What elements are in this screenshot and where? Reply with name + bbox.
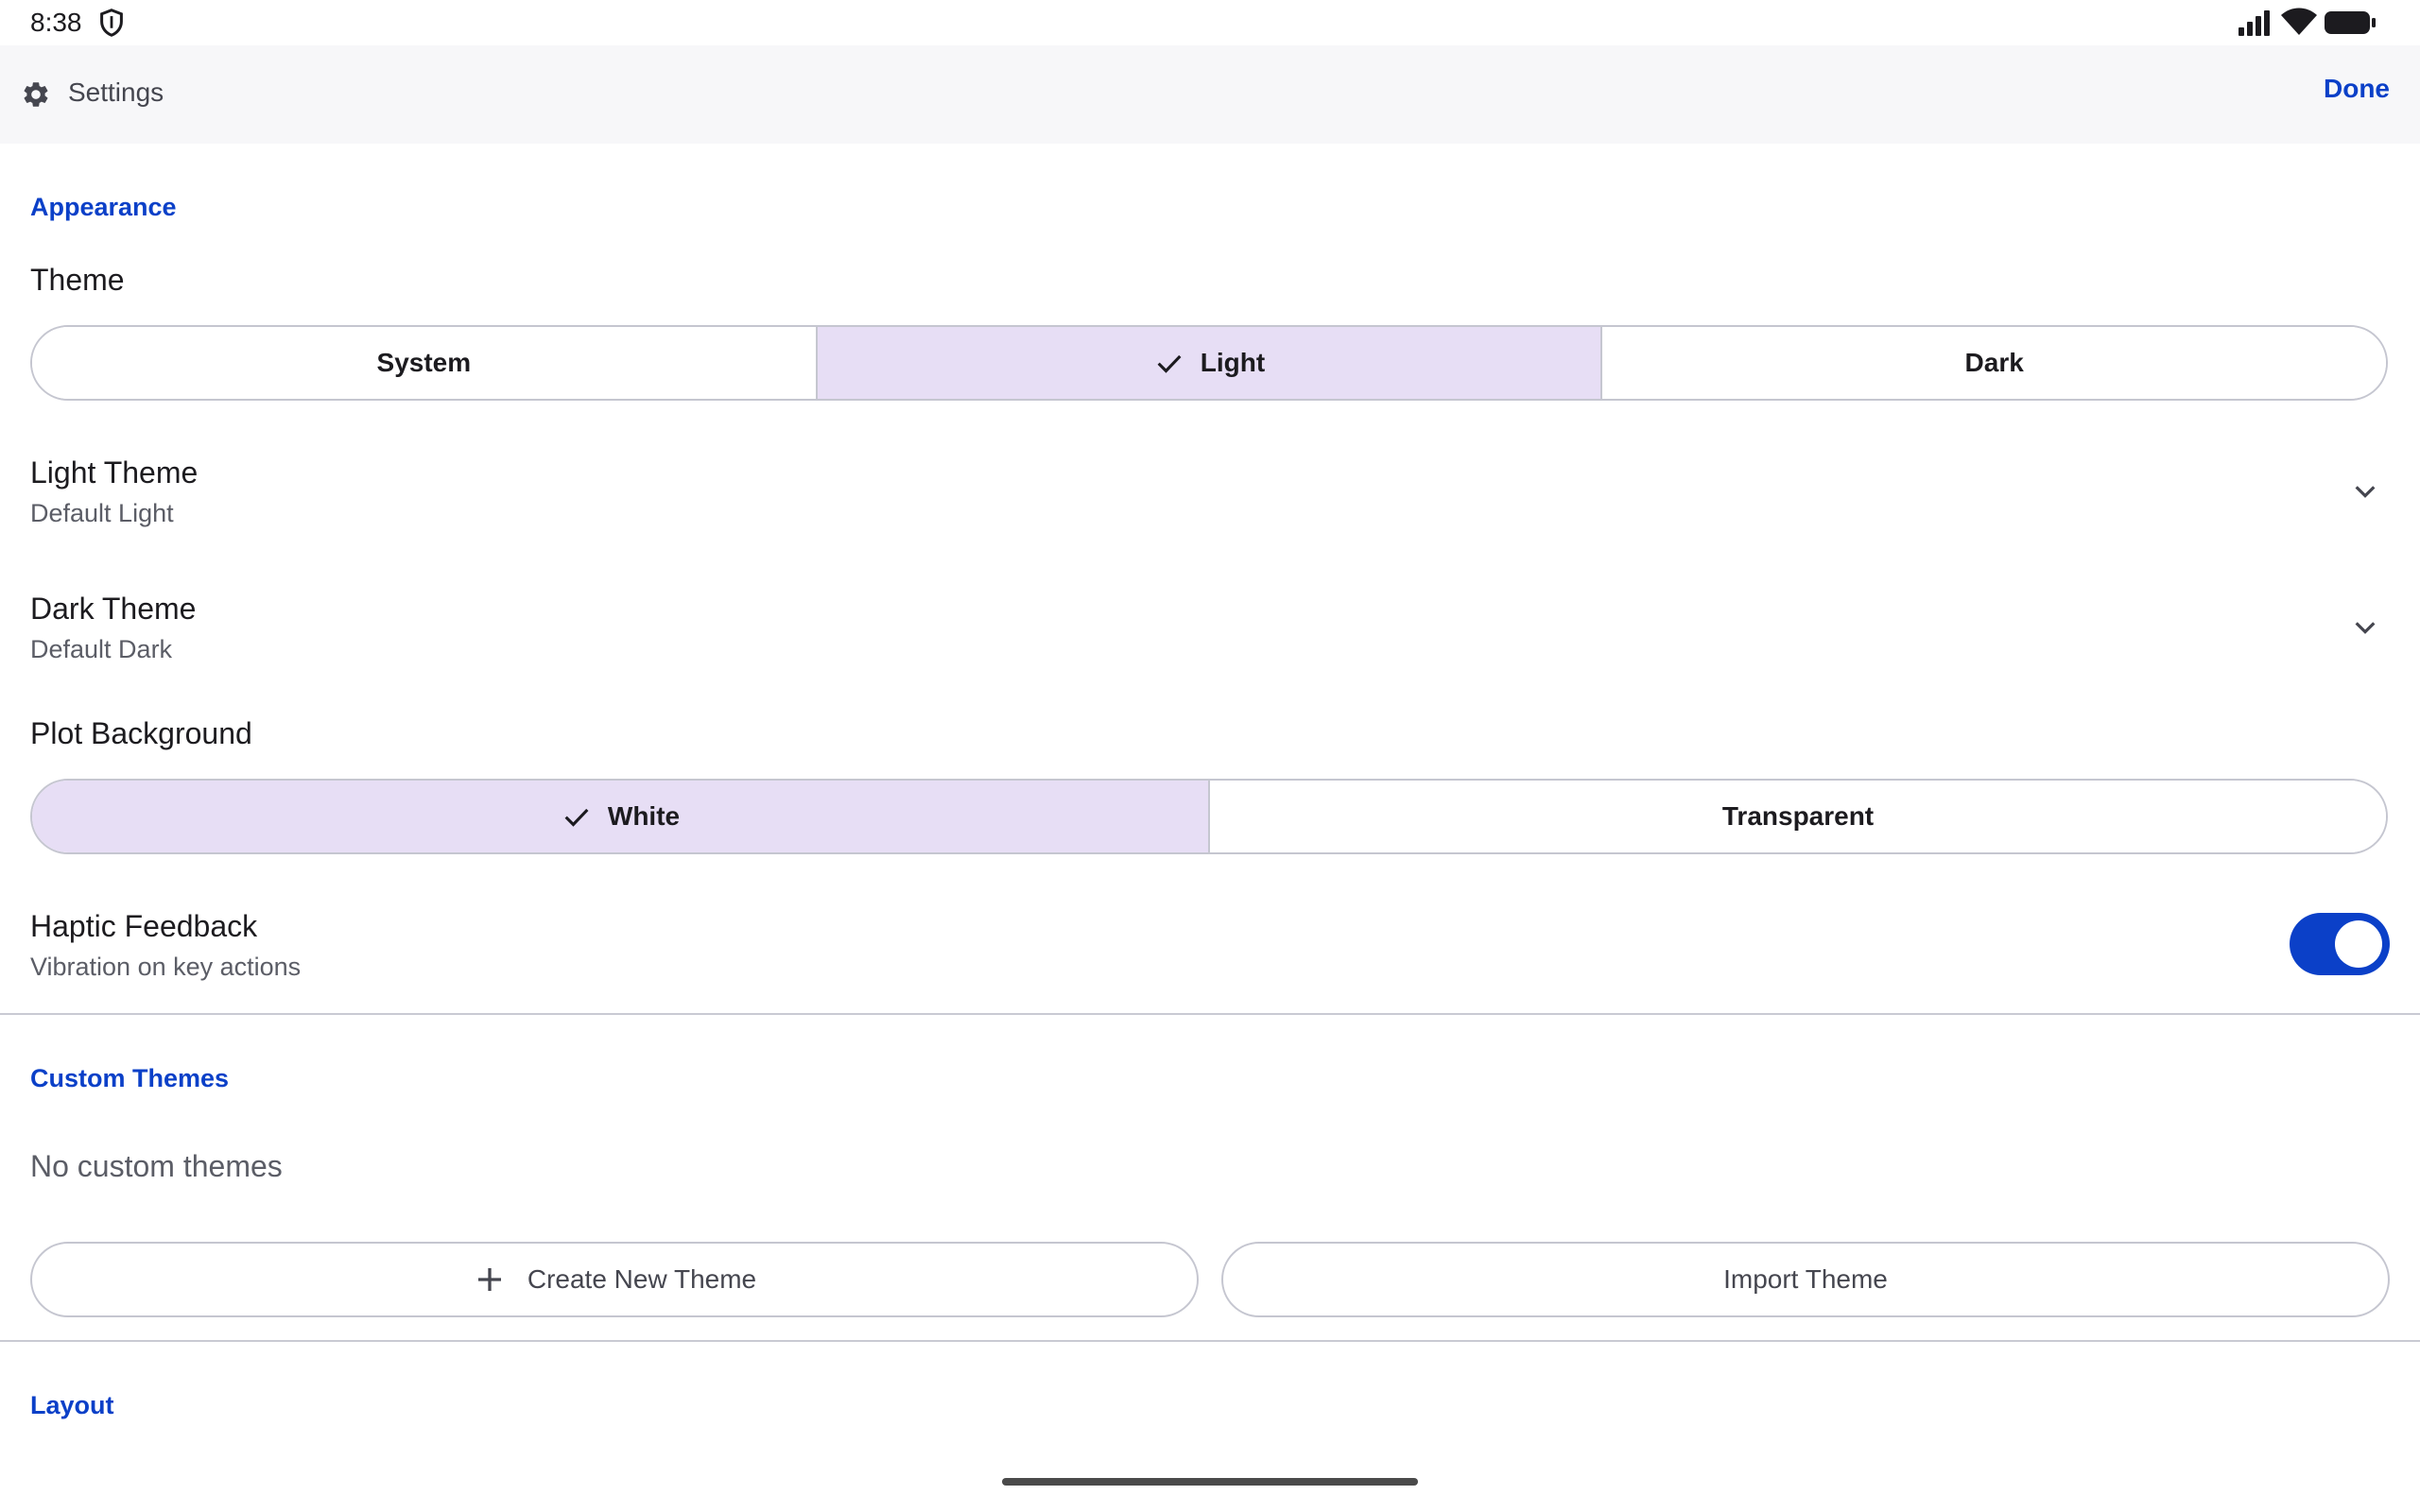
segment-label: System — [376, 348, 472, 377]
plot-background-segmented-control: White Transparent — [30, 779, 2388, 854]
plot-background-option-transparent[interactable]: Transparent — [1210, 781, 2386, 852]
theme-label: Theme — [30, 263, 125, 297]
chevron-down-icon[interactable] — [2350, 476, 2380, 507]
dark-theme-value: Default Dark — [30, 635, 173, 663]
plot-background-option-white[interactable]: White — [32, 781, 1210, 852]
section-title-appearance: Appearance — [30, 193, 177, 221]
light-theme-title: Light Theme — [30, 455, 199, 490]
section-title-layout: Layout — [30, 1391, 114, 1419]
divider — [0, 1340, 2420, 1342]
divider — [0, 1013, 2420, 1015]
toggle-thumb — [2335, 920, 2382, 968]
signal-icon — [2238, 10, 2270, 36]
create-new-theme-button[interactable]: Create New Theme — [30, 1242, 1199, 1317]
check-icon — [564, 808, 589, 827]
section-title-custom-themes: Custom Themes — [30, 1064, 230, 1092]
import-theme-label: Import Theme — [1723, 1264, 1888, 1294]
battery-icon — [2325, 11, 2376, 34]
empty-state-text: No custom themes — [30, 1149, 283, 1183]
status-bar: 8:38 — [0, 0, 2420, 45]
theme-segmented-control: System Light Dark — [30, 325, 2388, 401]
theme-option-system[interactable]: System — [32, 327, 818, 399]
theme-option-light[interactable]: Light — [817, 327, 1603, 399]
light-theme-value: Default Light — [30, 499, 174, 527]
wifi-icon — [2281, 8, 2317, 35]
chevron-down-icon[interactable] — [2350, 612, 2380, 643]
segment-label: Light — [1200, 348, 1266, 377]
create-new-theme-label: Create New Theme — [527, 1264, 757, 1294]
haptic-feedback-subtitle: Vibration on key actions — [30, 953, 302, 981]
segment-label: Transparent — [1721, 801, 1875, 831]
status-time: 8:38 — [30, 8, 82, 37]
top-app-bar: Settings Done — [0, 45, 2420, 144]
segment-label: White — [607, 801, 681, 831]
segment-label: Dark — [1964, 348, 2024, 377]
plot-background-label: Plot Background — [30, 716, 252, 750]
home-indicator[interactable] — [1002, 1478, 1418, 1486]
import-theme-button[interactable]: Import Theme — [1221, 1242, 2390, 1317]
theme-option-dark[interactable]: Dark — [1602, 327, 2386, 399]
plus-icon — [477, 1268, 501, 1291]
gear-icon — [24, 82, 48, 107]
done-button[interactable]: Done — [2324, 74, 2390, 104]
settings-screen: 8:38 Settings Done Appearance Theme Syst… — [0, 0, 2420, 1512]
haptic-feedback-title: Haptic Feedback — [30, 909, 258, 943]
page-title: Settings — [68, 77, 164, 107]
haptic-feedback-toggle[interactable] — [2290, 913, 2390, 975]
shield-icon — [100, 9, 123, 37]
dark-theme-title: Dark Theme — [30, 592, 197, 626]
check-icon — [1157, 354, 1182, 373]
